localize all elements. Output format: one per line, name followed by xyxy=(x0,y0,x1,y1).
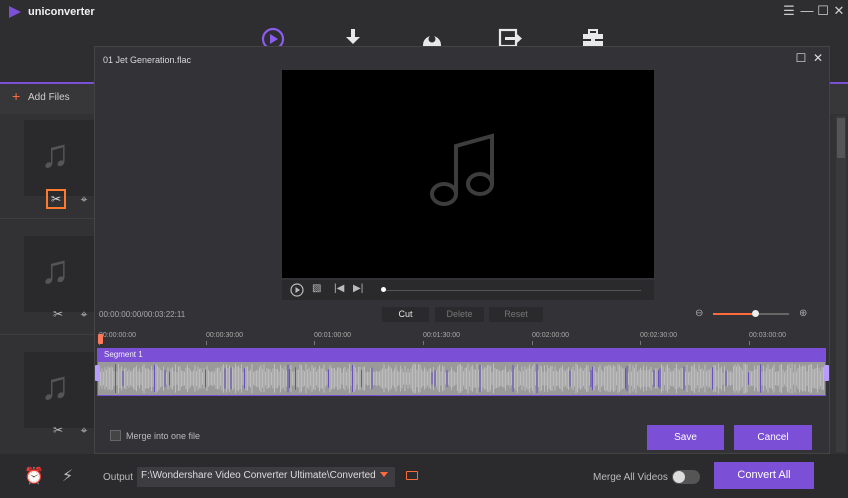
scissors-icon[interactable]: ✂ xyxy=(48,304,68,324)
merge-all-toggle[interactable] xyxy=(672,470,700,484)
segment-label: Segment 1 xyxy=(104,350,143,359)
list-divider xyxy=(0,334,94,335)
close-icon[interactable]: ✕ xyxy=(812,51,824,65)
segment-end-handle[interactable] xyxy=(824,365,829,381)
music-note-icon: ♫ xyxy=(40,364,70,408)
save-button[interactable]: Save xyxy=(647,425,724,450)
music-note-icon: ♫ xyxy=(40,248,70,292)
chevron-down-icon[interactable] xyxy=(380,472,388,477)
scissors-icon[interactable]: ✂ xyxy=(46,189,66,209)
merge-all-label: Merge All Videos xyxy=(593,472,668,483)
playhead[interactable] xyxy=(98,334,103,344)
plus-icon: + xyxy=(12,88,21,104)
ruler-tick xyxy=(314,341,315,345)
folder-icon[interactable] xyxy=(406,471,418,480)
merge-label: Merge into one file xyxy=(126,431,201,441)
scrollbar-thumb[interactable] xyxy=(837,118,845,158)
output-label: Output xyxy=(103,472,134,483)
ruler-label: 00:01:30:00 xyxy=(423,332,460,339)
output-path-select[interactable]: F:\Wondershare Video Converter Ultimate\… xyxy=(137,467,395,487)
zoom-slider-fill xyxy=(713,313,755,315)
scissors-icon[interactable]: ✂ xyxy=(48,420,68,440)
dialog-title: 01 Jet Generation.flac xyxy=(103,55,192,65)
maximize-icon[interactable]: ☐ xyxy=(795,51,807,65)
convert-all-button[interactable]: Convert All xyxy=(714,462,814,489)
zoom-in-icon[interactable]: ⊕ xyxy=(799,308,807,319)
minimize-icon[interactable]: — xyxy=(800,4,814,18)
list-divider xyxy=(0,218,94,219)
cancel-button[interactable]: Cancel xyxy=(734,425,812,450)
ruler-label: 00:00:30:00 xyxy=(206,332,243,339)
cut-button[interactable]: Cut xyxy=(382,307,429,322)
segment-bar[interactable] xyxy=(97,348,826,361)
waveform-graphic xyxy=(99,363,824,394)
ruler-tick xyxy=(532,341,533,345)
ruler-tick xyxy=(640,341,641,345)
toggle-knob xyxy=(673,471,685,483)
ruler-tick xyxy=(423,341,424,345)
timecode: 00:00:00:00/00:03:22:11 xyxy=(99,310,186,319)
trim-dialog: 01 Jet Generation.flac ☐ ✕ ▧ |◀ ▶| 00:00… xyxy=(94,46,830,454)
zoom-slider-knob[interactable] xyxy=(751,310,759,317)
crop-icon[interactable]: ⌖ xyxy=(74,420,94,440)
crop-icon[interactable]: ⌖ xyxy=(74,304,94,324)
ruler-tick xyxy=(206,341,207,345)
ruler-label: 00:03:00:00 xyxy=(749,332,786,339)
maximize-icon[interactable]: ☐ xyxy=(816,4,830,18)
app-title: uniconverter xyxy=(28,6,95,18)
preview-area xyxy=(282,70,654,278)
app-logo-icon xyxy=(9,6,21,18)
play-icon[interactable] xyxy=(290,283,304,297)
alarm-icon[interactable]: ⏰ xyxy=(24,466,44,486)
ruler-label: 00:01:00:00 xyxy=(314,332,351,339)
menu-icon[interactable]: ☰ xyxy=(782,4,796,18)
music-note-icon: ♫ xyxy=(40,132,70,176)
close-icon[interactable]: ✕ xyxy=(832,4,846,18)
ruler-tick xyxy=(749,341,750,345)
merge-checkbox[interactable] xyxy=(110,430,121,441)
playback-progress[interactable] xyxy=(383,290,641,291)
previous-icon[interactable]: |◀ xyxy=(334,283,344,294)
ruler-label: 00:00:00:00 xyxy=(99,332,136,339)
crop-icon[interactable]: ⌖ xyxy=(74,189,94,209)
title-bar: uniconverter ☰ — ☐ ✕ xyxy=(0,0,848,26)
ruler-label: 00:02:30:00 xyxy=(640,332,677,339)
ruler-label: 00:02:00:00 xyxy=(532,332,569,339)
segment-start-handle[interactable] xyxy=(95,365,100,381)
file-list-scrollbar[interactable] xyxy=(836,116,846,452)
playback-position-knob[interactable] xyxy=(381,287,386,292)
add-files-label: Add Files xyxy=(28,92,70,103)
next-icon[interactable]: ▶| xyxy=(353,283,363,294)
lightning-icon[interactable]: ⚡ xyxy=(62,466,73,486)
zoom-out-icon[interactable]: ⊖ xyxy=(695,308,703,319)
delete-button[interactable]: Delete xyxy=(435,307,484,322)
reset-button[interactable]: Reset xyxy=(489,307,543,322)
add-files-button[interactable]: + Add Files xyxy=(12,88,70,104)
music-note-icon xyxy=(430,133,494,206)
snapshot-icon[interactable]: ▧ xyxy=(312,283,321,294)
